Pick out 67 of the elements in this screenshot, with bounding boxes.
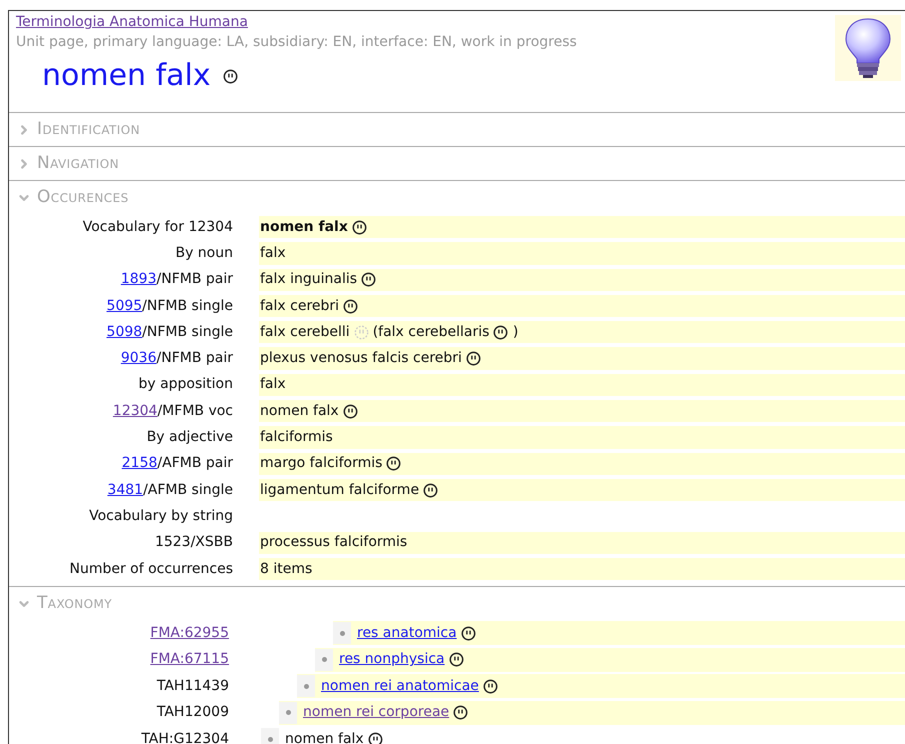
term-link[interactable]: nomen rei anatomicae — [321, 676, 479, 697]
row-label: /AFMB pair — [157, 454, 233, 474]
value-cell: falx cerebri — [259, 294, 905, 318]
row-label: Vocabulary for 12304 — [82, 218, 233, 237]
row-label: Number of occurrences — [69, 560, 233, 578]
unit-link[interactable]: 5095 — [106, 296, 142, 317]
term-link[interactable]: nomen rei corporeae — [303, 702, 450, 724]
bullet-icon — [297, 675, 315, 698]
id-label: TAH:G12304 — [141, 730, 229, 744]
value-cell: ligamentum falciforme — [259, 478, 905, 502]
unit-link[interactable]: 9036 — [120, 348, 156, 370]
bullet-icon — [333, 622, 351, 644]
row-label: Vocabulary by string — [89, 506, 233, 526]
symbol-icon — [448, 652, 464, 668]
value-cell: processus falciformis — [259, 532, 905, 554]
value-cell: plexus venosus falcis cerebri — [259, 347, 905, 370]
row-label: /AFMB single — [143, 480, 233, 500]
page-title: nomen falx — [42, 58, 211, 94]
term-link[interactable]: res nonphysica — [339, 649, 445, 670]
row-label: by apposition — [138, 375, 233, 394]
unit-link[interactable]: 1893 — [120, 269, 156, 290]
symbol-icon — [352, 220, 367, 235]
bullet-icon — [279, 702, 297, 724]
symbol-icon — [222, 69, 238, 84]
unit-link[interactable]: 5098 — [106, 322, 142, 343]
id-link[interactable]: FMA:62955 — [150, 622, 229, 644]
bullet-icon — [315, 648, 333, 671]
row-label: By noun — [175, 244, 233, 263]
value-cell: falx — [259, 374, 905, 396]
id-label: TAH12009 — [156, 703, 229, 722]
lightbulb-icon — [835, 15, 901, 81]
value-cell: nomen falx — [259, 216, 905, 238]
unit-link[interactable]: 12304 — [112, 400, 158, 422]
symbol-icon — [453, 705, 468, 720]
row-label: /NFMB single — [142, 322, 233, 342]
id-link[interactable]: FMA:67115 — [150, 649, 229, 670]
row-label: /NFMB single — [142, 296, 233, 316]
symbol-icon — [423, 482, 438, 498]
id-label: TAH11439 — [156, 676, 229, 696]
row-label: 1523/XSBB — [154, 533, 233, 552]
value-cell: falx inguinalis — [259, 268, 905, 291]
site-link[interactable]: Terminologia Anatomica Humana — [16, 12, 248, 32]
symbol-icon — [354, 324, 369, 340]
value-cell: nomen falx — [259, 400, 905, 422]
unit-link[interactable]: 2158 — [122, 453, 158, 474]
symbol-icon — [460, 626, 476, 641]
symbol-icon — [361, 272, 376, 288]
symbol-icon — [386, 456, 402, 472]
value-cell: margo falciformis — [259, 452, 905, 475]
row-label: By adjective — [146, 428, 233, 448]
term-name: nomen falx — [285, 730, 364, 744]
page-subtitle: Unit page, primary language: LA, subsidiary: EN, interface: EN, work in progress — [16, 33, 577, 52]
symbol-icon — [493, 324, 508, 340]
row-label: /MFMB voc — [157, 402, 233, 421]
term-link[interactable]: res anatomica — [357, 622, 457, 644]
symbol-icon — [342, 404, 358, 419]
symbol-icon — [343, 298, 358, 314]
row-label: /NFMB pair — [156, 349, 233, 368]
value-cell: falciformis — [259, 426, 905, 449]
unit-link[interactable]: 3481 — [107, 480, 144, 501]
row-label: /NFMB pair — [156, 270, 233, 290]
value-cell: falx — [259, 242, 905, 265]
value-cell: falx cerebelli (falx cerebellaris ) — [259, 321, 905, 344]
symbol-icon — [368, 732, 383, 744]
value-cell: 8 items — [259, 558, 905, 580]
symbol-icon — [466, 351, 481, 366]
symbol-icon — [482, 678, 498, 694]
